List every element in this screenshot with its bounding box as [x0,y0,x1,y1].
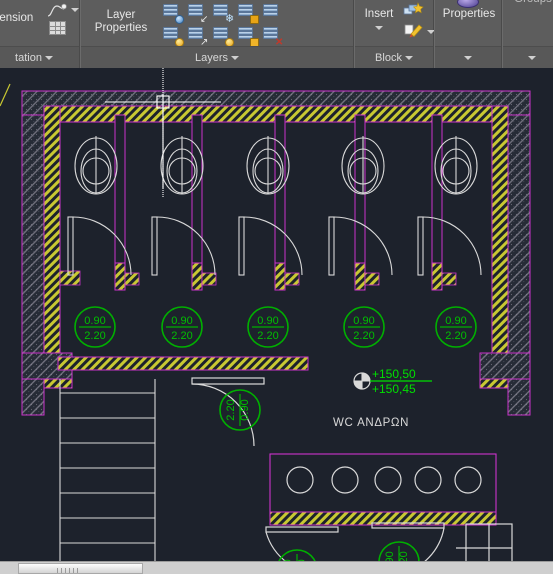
scrollbar-grip-icon [57,568,79,573]
layer-lock-icon[interactable] [234,0,259,24]
ribbon-panel-properties[interactable]: Properties [434,0,502,68]
horizontal-scrollbar[interactable] [0,561,553,574]
groups-panel-caret[interactable] [528,55,536,60]
door-tag-height: 2.20 [445,330,466,342]
insert-button[interactable]: Insert [357,8,401,21]
groups-label[interactable]: Groups [503,0,553,6]
groups-panel-title[interactable] [503,46,553,68]
annotation-panel-caret[interactable] [44,55,53,60]
layer-properties-label-line2: Properties [94,22,148,34]
layers-panel-title[interactable]: Layers [81,46,353,68]
insert-label: Insert [364,8,394,20]
annotation-panel-body: nension [0,0,79,46]
door-tag-width: 0.90 [257,315,278,327]
properties-panel-body: Properties [435,0,501,46]
ribbon-panel-block[interactable]: Insert Block [354,0,435,68]
door-tag-width: 0.90 [445,315,466,327]
insert-dropdown-caret[interactable] [375,26,383,30]
edit-attribute-icon[interactable] [403,22,425,40]
entry-door-tag-lower: 0.90 [239,399,251,420]
entry-door-tag-upper: 2.20 [225,399,237,420]
layer-on-icon[interactable] [159,23,184,47]
horizontal-scrollbar-thumb[interactable] [18,563,143,574]
layer-tools-grid: ↙ ❄ ↗ ✕ [159,0,284,48]
properties-orb-icon[interactable] [457,0,479,8]
layer-match-icon[interactable]: ↗ [184,23,209,48]
layer-freeze-icon[interactable]: ❄ [209,0,234,25]
ribbon-panel-groups[interactable]: Groups [502,0,553,68]
layers-panel-caret[interactable] [231,55,240,60]
block-panel-caret[interactable] [404,55,413,60]
spline-dropdown-caret[interactable] [71,8,79,12]
door-tag-height: 2.20 [353,330,374,342]
layer-merge-icon[interactable] [259,0,284,23]
autocad-window: { "ribbon": { "panels": [ { "title": "ta… [0,0,553,574]
floor-plan-drawing[interactable]: 0.90 2.20 0.90 2.20 0.90 2.20 0.90 2.20 … [0,68,553,574]
door-tag-height: 2.20 [84,330,105,342]
annotation-panel-title-text: tation [15,51,42,64]
door-tag-width: 0.90 [171,315,192,327]
drawing-canvas-area[interactable]: 0.90 2.20 0.90 2.20 0.90 2.20 0.90 2.20 … [0,68,553,574]
door-tag-width: 0.90 [84,315,105,327]
layers-panel-body: Layer Properties ↙ ❄ ↗ ✕ [81,0,353,48]
block-panel-title-text: Block [375,51,402,64]
room-title: WC ΑΝΔΡΩΝ [333,417,409,429]
properties-label[interactable]: Properties [435,8,503,21]
groups-panel-body: Groups [503,0,553,46]
properties-panel-caret[interactable] [464,55,472,60]
create-block-icon[interactable] [403,2,425,20]
layer-properties-label-line1: Layer [106,9,136,21]
layer-unisolate-icon[interactable]: ↙ [184,0,209,25]
elevation-upper: +150,50 [372,367,416,381]
block-panel-body: Insert [355,0,435,46]
ribbon: nension tation Layer Properties [0,0,553,68]
layer-thaw-all-icon[interactable] [209,23,234,47]
layer-isolate-icon[interactable] [159,0,184,24]
block-panel-title[interactable]: Block [355,46,433,68]
properties-panel-title[interactable] [435,46,501,68]
layers-panel-title-text: Layers [194,51,229,64]
layer-properties-button[interactable]: Layer Properties [87,9,155,35]
annotation-panel-title[interactable]: tation [0,46,79,68]
door-tag-height: 2.20 [171,330,192,342]
layer-delete-icon[interactable]: ✕ [259,23,284,48]
door-tag-width: 0.90 [353,315,374,327]
spline-icon[interactable] [46,2,70,18]
table-icon[interactable] [49,21,66,35]
ribbon-panel-layers[interactable]: Layer Properties ↙ ❄ ↗ ✕ Layers [80,0,354,68]
door-tag-height: 2.20 [257,330,278,342]
elevation-lower: +150,45 [372,382,416,396]
layer-unlock-icon[interactable] [234,23,259,47]
ribbon-panel-annotation[interactable]: nension tation [0,0,80,68]
